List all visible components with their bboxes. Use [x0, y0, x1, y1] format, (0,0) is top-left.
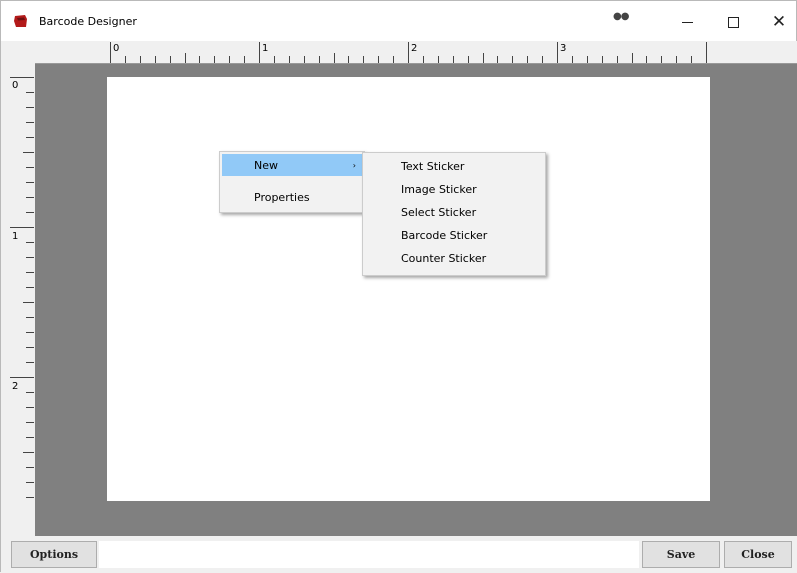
maximize-button[interactable] — [710, 7, 756, 37]
ruler-label-x1: 1 — [262, 43, 269, 54]
ruler-label-y2: 2 — [12, 381, 19, 392]
submenu-item-label: Counter Sticker — [401, 251, 487, 265]
minimize-button[interactable] — [664, 7, 710, 37]
context-menu: New › Properties — [219, 151, 365, 213]
submenu-item-label: Text Sticker — [401, 159, 465, 173]
submenu-item-image-sticker[interactable]: Image Sticker — [365, 178, 543, 200]
submenu-item-select-sticker[interactable]: Select Sticker — [365, 201, 543, 223]
maximize-icon — [727, 16, 739, 28]
close-button[interactable]: Close — [724, 541, 792, 568]
menu-item-properties-label: Properties — [254, 190, 310, 204]
ruler-label-y1: 1 — [12, 231, 19, 242]
horizontal-ruler: 0 1 2 3 — [35, 41, 797, 64]
submenu-item-text-sticker[interactable]: Text Sticker — [365, 155, 543, 177]
submenu-item-label: Barcode Sticker — [401, 228, 488, 242]
window-title: Barcode Designer — [39, 15, 137, 28]
status-field — [99, 541, 639, 568]
sticker-app-icon — [13, 13, 29, 29]
ruler-label-x3: 3 — [560, 43, 567, 54]
more-dots-icon[interactable]: ●● — [613, 11, 629, 22]
options-button[interactable]: Options — [11, 541, 97, 568]
title-bar[interactable]: Barcode Designer ●● ✕ — [1, 1, 796, 41]
save-button[interactable]: Save — [642, 541, 720, 568]
vertical-ruler: 0 1 2 — [9, 64, 35, 512]
menu-item-new[interactable]: New › — [222, 154, 362, 176]
close-window-button[interactable]: ✕ — [756, 7, 797, 37]
minimize-icon — [681, 21, 693, 23]
ruler-label-x2: 2 — [411, 43, 418, 54]
sticker-page[interactable] — [107, 77, 710, 501]
app-window: Barcode Designer ●● ✕ 0 1 2 3 0 1 2 New … — [0, 0, 797, 573]
submenu-item-barcode-sticker[interactable]: Barcode Sticker — [365, 224, 543, 246]
ruler-label-x0: 0 — [113, 43, 120, 54]
submenu-item-label: Select Sticker — [401, 205, 477, 219]
new-submenu: Text Sticker Image Sticker Select Sticke… — [362, 152, 546, 276]
design-canvas[interactable] — [35, 64, 797, 536]
bottom-bar: Options Save Close — [1, 536, 797, 573]
submenu-arrow-icon: › — [352, 160, 356, 170]
close-icon: ✕ — [771, 11, 787, 32]
submenu-item-counter-sticker[interactable]: Counter Sticker — [365, 247, 543, 269]
ruler-label-y0: 0 — [12, 80, 19, 91]
menu-item-new-label: New — [254, 158, 278, 172]
menu-item-properties[interactable]: Properties — [222, 186, 362, 208]
submenu-item-label: Image Sticker — [401, 182, 477, 196]
